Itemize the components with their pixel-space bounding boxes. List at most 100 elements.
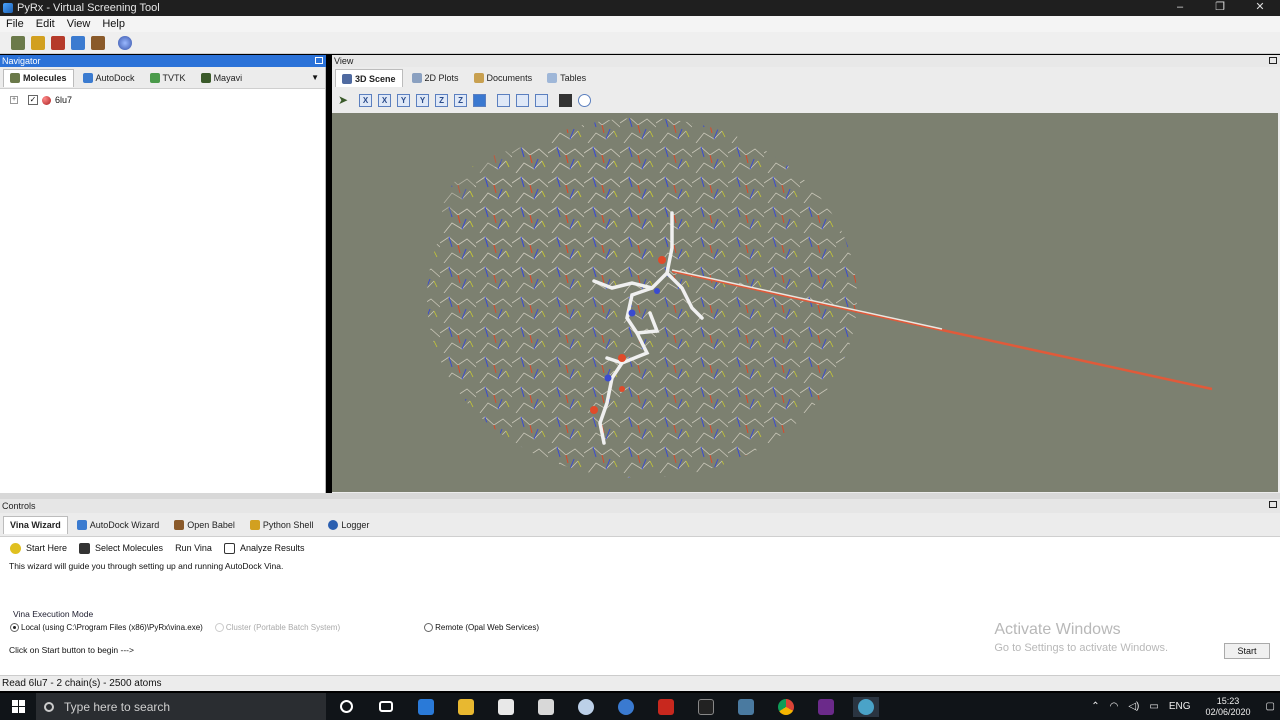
maximize-icon[interactable]	[315, 57, 323, 64]
open-babel-icon	[174, 519, 185, 530]
tab-python-shell[interactable]: Python Shell	[244, 516, 320, 534]
tab-autodock-wizard[interactable]: AutoDock Wizard	[71, 516, 166, 534]
controls-tabs: Vina Wizard AutoDock Wizard Open Babel P…	[0, 513, 1280, 537]
step-start-here[interactable]: Start Here	[10, 542, 67, 554]
clock-time: 15:23	[1216, 695, 1240, 706]
pointer-icon[interactable]: ➤	[338, 93, 348, 107]
tree-item-6lu7[interactable]: + ✓ 6lu7	[0, 89, 325, 105]
tab-label: 2D Plots	[424, 73, 459, 83]
configure-icon[interactable]	[578, 93, 592, 107]
edge-icon[interactable]	[413, 697, 439, 717]
view-z-positive-button[interactable]: Z	[435, 93, 449, 107]
cluster-label: Cluster (Portable Batch System)	[225, 623, 341, 632]
tab-tables[interactable]: Tables	[541, 69, 592, 87]
start-button[interactable]: Start	[1224, 643, 1270, 659]
tab-logger[interactable]: Logger	[322, 516, 375, 534]
cortana-icon[interactable]	[333, 697, 359, 717]
remote-radio[interactable]	[424, 623, 434, 632]
step-select-molecules[interactable]: Select Molecules	[79, 542, 163, 554]
notification-icon[interactable]: ▢	[1266, 701, 1275, 712]
battery-icon[interactable]: ▭	[1149, 701, 1158, 712]
maximize-icon[interactable]	[1269, 501, 1277, 508]
file-explorer-icon[interactable]	[453, 697, 479, 717]
network-app-icon[interactable]	[733, 697, 759, 717]
task-view-icon[interactable]	[373, 697, 399, 717]
clock-date: 02/06/2020	[1205, 706, 1251, 717]
tab-label: Mayavi	[213, 72, 243, 83]
mail-icon[interactable]	[533, 697, 559, 717]
chrome-icon[interactable]	[773, 697, 799, 717]
tab-tvtk[interactable]: TVTK	[144, 69, 192, 87]
menu-edit[interactable]: Edit	[36, 18, 55, 30]
pyrx-taskbar-icon[interactable]	[813, 697, 839, 717]
chrome-remote-icon[interactable]	[573, 697, 599, 717]
menu-file[interactable]: File	[6, 18, 24, 30]
volume-icon[interactable]: ◁)	[1128, 701, 1139, 712]
view-y-negative-button[interactable]: Y	[416, 93, 430, 107]
menu-help[interactable]: Help	[102, 18, 125, 30]
view-z-negative-button[interactable]: Z	[454, 93, 468, 107]
clock[interactable]: 15:23 02/06/2020	[1206, 696, 1251, 718]
menu-view[interactable]: View	[67, 18, 91, 30]
tab-3d-scene[interactable]: 3D Scene	[335, 69, 403, 87]
navigator-header: Navigator	[0, 55, 326, 67]
restore-button[interactable]: ❐	[1200, 0, 1240, 16]
tree-item-label: 6lu7	[55, 95, 73, 105]
wifi-icon[interactable]: ◠	[1110, 701, 1119, 712]
parallel-projection-icon[interactable]	[497, 93, 511, 107]
view-x-negative-button[interactable]: X	[378, 93, 392, 107]
axes-icon[interactable]	[516, 93, 530, 107]
macromolecule-icon[interactable]	[51, 35, 65, 50]
python-icon[interactable]	[31, 35, 45, 50]
maximize-icon[interactable]	[1269, 57, 1277, 64]
plot-icon	[411, 73, 422, 83]
visibility-checkbox[interactable]: ✓	[28, 95, 38, 105]
tab-documents[interactable]: Documents	[468, 69, 539, 87]
tab-mayavi[interactable]: Mayavi	[195, 69, 249, 87]
tab-open-babel[interactable]: Open Babel	[168, 516, 241, 534]
tab-label: Python Shell	[262, 519, 314, 530]
fullscreen-icon[interactable]	[535, 93, 549, 107]
terminal-icon[interactable]	[693, 697, 719, 717]
minimize-button[interactable]: –	[1160, 0, 1200, 16]
wizard-steps: Start Here Select Molecules Run Vina Ana…	[0, 537, 1280, 559]
window-title: PyRx - Virtual Screening Tool	[17, 2, 160, 14]
tab-autodock[interactable]: AutoDock	[77, 69, 141, 87]
tab-2d-plots[interactable]: 2D Plots	[406, 69, 465, 87]
active-app-icon[interactable]	[853, 696, 879, 717]
isometric-view-icon[interactable]	[473, 93, 487, 107]
r-studio-icon[interactable]	[613, 697, 639, 717]
help-icon[interactable]	[71, 35, 85, 50]
globe-icon[interactable]	[118, 35, 132, 50]
view-tabs: 3D Scene 2D Plots Documents Tables	[332, 67, 1280, 89]
status-bar: Read 6lu7 - 2 chain(s) - 2500 atoms	[0, 675, 1280, 691]
local-radio[interactable]	[10, 623, 19, 632]
main-toolbar	[0, 32, 1280, 54]
step-analyze-results[interactable]: Analyze Results	[223, 542, 304, 554]
windows-start-button[interactable]	[0, 693, 36, 720]
tab-molecules[interactable]: Molecules	[3, 68, 74, 87]
step-run-vina[interactable]: Run Vina	[175, 543, 212, 553]
tvtk-icon	[149, 72, 160, 83]
controls-panel: Vina Wizard AutoDock Wizard Open Babel P…	[0, 513, 1280, 675]
taskbar-search[interactable]: Type here to search	[36, 693, 326, 720]
language-indicator[interactable]: ENG	[1169, 701, 1191, 712]
title-bar: PyRx - Virtual Screening Tool – ❐ ✕	[0, 0, 1280, 16]
acrobat-icon[interactable]	[653, 697, 679, 717]
close-button[interactable]: ✕	[1240, 0, 1280, 16]
settings-icon[interactable]	[91, 35, 105, 50]
save-icon[interactable]	[559, 93, 573, 107]
mayavi-icon	[200, 72, 211, 83]
view-y-positive-button[interactable]: Y	[397, 93, 411, 107]
store-icon[interactable]	[493, 697, 519, 717]
expand-icon[interactable]: +	[10, 96, 18, 104]
watermark-subtitle: Go to Settings to activate Windows.	[994, 642, 1168, 654]
tray-chevron-icon[interactable]: ⌃	[1091, 701, 1099, 712]
load-molecule-icon[interactable]	[11, 35, 25, 50]
3d-scene-canvas[interactable]	[332, 113, 1278, 492]
tab-vina-wizard[interactable]: Vina Wizard	[3, 515, 68, 534]
execution-mode-label: Vina Execution Mode	[13, 609, 94, 619]
cluster-radio	[214, 623, 224, 632]
view-x-positive-button[interactable]: X	[359, 93, 373, 107]
tabs-dropdown-icon[interactable]: ▼	[311, 73, 319, 82]
